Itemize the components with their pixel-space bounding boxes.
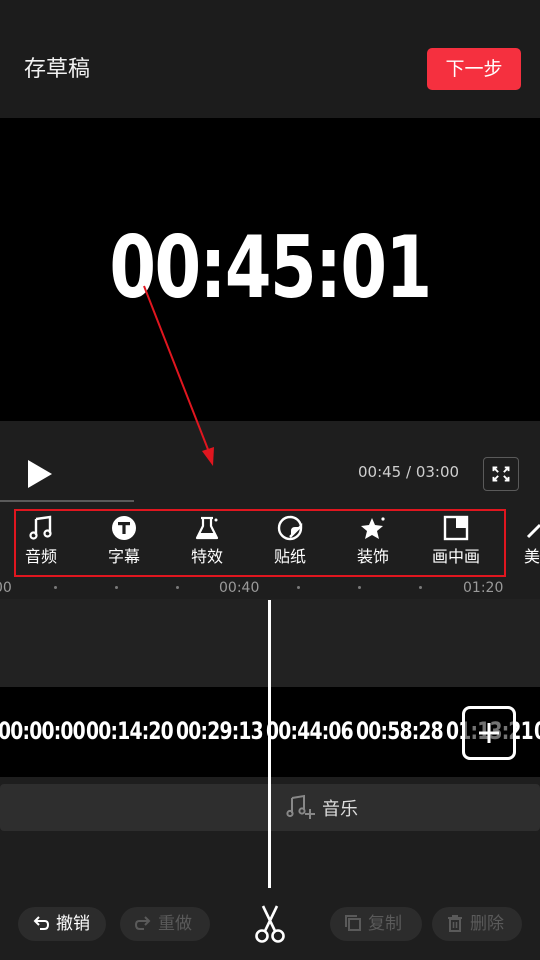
fullscreen-icon[interactable] [483, 457, 519, 491]
time-readout: 00:45 / 03:00 [358, 463, 460, 481]
tool-label: 美 [524, 547, 540, 566]
delete-button[interactable]: 删除 [432, 907, 522, 941]
scissors-icon[interactable] [250, 904, 290, 944]
save-draft-button[interactable]: 存草稿 [24, 56, 90, 84]
ruler-tick-label: 00:40 [219, 580, 260, 596]
video-frame-thumbnail: 00:58:28 [356, 717, 444, 745]
video-frame-thumbnail: 00:00:00 [0, 717, 86, 745]
toolbar-highlight-box [14, 509, 506, 577]
music-label: 音乐 [322, 799, 358, 820]
ruler-dot [176, 586, 179, 589]
playback-progress-bar[interactable] [0, 500, 134, 502]
tool-beauty[interactable]: 美 [504, 511, 540, 571]
ruler-dot [419, 586, 422, 589]
ruler-tick-label: 01:20 [463, 580, 504, 596]
copy-button[interactable]: 复制 [330, 907, 422, 941]
ruler-dot [54, 586, 57, 589]
redo-button[interactable]: 重做 [120, 907, 210, 941]
undo-label: 撤销 [56, 914, 90, 934]
video-frame-thumbnail: 00:14:20 [86, 717, 174, 745]
play-icon[interactable] [22, 457, 56, 491]
ruler-dot [115, 586, 118, 589]
video-frame-thumbnail: 00:29:13 [176, 717, 264, 745]
trash-icon [448, 914, 462, 932]
copy-icon [345, 914, 361, 931]
header-bar: 存草稿 下一步 [0, 0, 540, 118]
preview-timecode: 00:45:01 [109, 218, 432, 318]
ruler-dot [297, 586, 300, 589]
ruler-dot [358, 586, 361, 589]
undo-button[interactable]: 撤销 [18, 907, 106, 941]
music-add-icon [286, 794, 315, 819]
ruler-tick-label: 00 [0, 580, 12, 596]
add-clip-button[interactable] [462, 706, 516, 760]
redo-icon [134, 915, 151, 930]
plus-icon [479, 723, 499, 743]
video-frame-thumbnail: 0 [534, 717, 540, 745]
redo-label: 重做 [158, 914, 192, 934]
timeline-ruler[interactable]: 00 00:40 01:20 [0, 577, 540, 599]
playhead[interactable] [268, 600, 271, 888]
video-frame-thumbnail: 00:44:06 [266, 717, 354, 745]
next-step-button[interactable]: 下一步 [427, 48, 521, 90]
magic-wand-icon [526, 523, 540, 539]
video-preview[interactable]: 00:45:01 [0, 118, 540, 421]
delete-label: 删除 [470, 914, 504, 934]
playback-controls: 00:45 / 03:00 [0, 421, 540, 503]
copy-label: 复制 [368, 914, 402, 934]
undo-icon [33, 915, 50, 930]
